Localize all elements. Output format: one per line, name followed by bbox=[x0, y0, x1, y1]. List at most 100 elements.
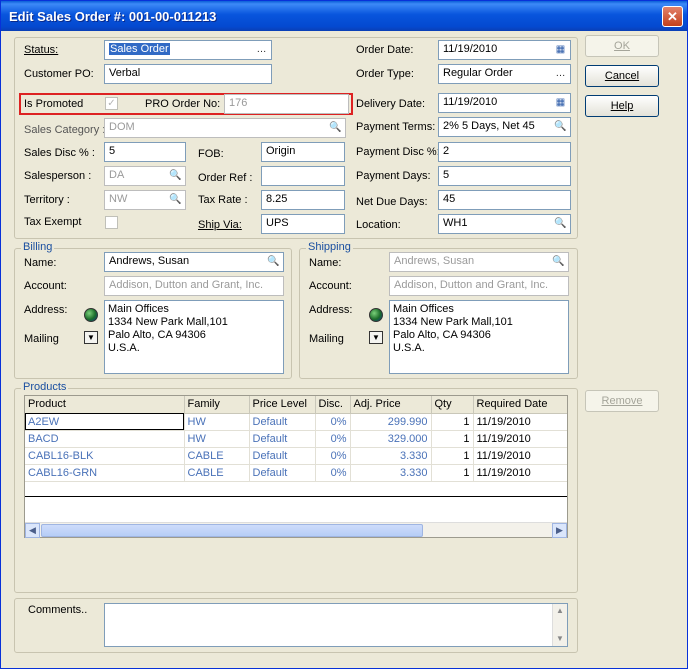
shipping-address-field[interactable]: Main Offices 1334 New Park Mall,101 Palo… bbox=[389, 300, 569, 374]
search-icon[interactable]: 🔍 bbox=[553, 217, 568, 231]
salesperson-label: Salesperson : bbox=[24, 170, 92, 182]
family-cell: CABLE bbox=[184, 447, 250, 465]
pro-order-no-field[interactable]: 176 bbox=[224, 94, 349, 114]
table-row[interactable]: A2EW HW Default 0% 299.990 1 11/19/2010 bbox=[25, 413, 567, 431]
payment-terms-label: Payment Terms: bbox=[356, 121, 436, 133]
column-header[interactable]: Product bbox=[25, 396, 185, 414]
column-header[interactable]: Family bbox=[184, 396, 250, 414]
family-cell: CABLE bbox=[184, 464, 250, 482]
close-button[interactable]: ✕ bbox=[662, 6, 683, 27]
dropdown-icon[interactable]: ▼ bbox=[84, 331, 98, 344]
billing-name-field[interactable]: Andrews, Susan 🔍 bbox=[104, 252, 284, 272]
scroll-thumb[interactable] bbox=[41, 524, 423, 537]
payment-days-field[interactable]: 5 bbox=[438, 166, 571, 186]
price-level-cell: Default bbox=[249, 430, 316, 448]
search-icon[interactable]: 🔍 bbox=[553, 120, 568, 134]
shipping-group-label: Shipping bbox=[306, 241, 353, 253]
ok-button[interactable]: OK bbox=[585, 35, 659, 57]
disc-cell: 0% bbox=[315, 413, 351, 431]
billing-address-field[interactable]: Main Offices 1334 New Park Mall,101 Palo… bbox=[104, 300, 284, 374]
product-cell[interactable]: A2EW bbox=[25, 413, 185, 431]
payment-terms-field[interactable]: 2% 5 Days, Net 45 🔍 bbox=[438, 117, 571, 137]
sales-disc-label: Sales Disc % : bbox=[24, 147, 95, 159]
shipping-account-label: Account: bbox=[309, 280, 352, 292]
search-icon[interactable]: 🔍 bbox=[266, 255, 281, 269]
scroll-up-icon[interactable]: ▲ bbox=[553, 604, 567, 618]
table-row[interactable]: BACD HW Default 0% 329.000 1 11/19/2010 bbox=[25, 430, 567, 448]
tax-exempt-checkbox[interactable] bbox=[105, 216, 118, 229]
search-icon[interactable]: 🔍 bbox=[168, 169, 183, 183]
billing-mailing-label: Mailing bbox=[24, 333, 59, 345]
territory-field[interactable]: NW 🔍 bbox=[104, 190, 186, 210]
globe-icon[interactable] bbox=[84, 308, 98, 322]
is-promoted-checkbox[interactable]: ✓ bbox=[105, 97, 118, 110]
column-header[interactable]: Adj. Price bbox=[350, 396, 432, 414]
pro-order-no-label: PRO Order No: bbox=[145, 98, 221, 110]
remove-button[interactable]: Remove bbox=[585, 390, 659, 412]
globe-icon[interactable] bbox=[369, 308, 383, 322]
family-cell: HW bbox=[184, 430, 250, 448]
shipping-account-field[interactable]: Addison, Dutton and Grant, Inc. bbox=[389, 276, 569, 296]
required-date-cell: 11/19/2010 bbox=[473, 430, 567, 448]
products-horizontal-scrollbar[interactable]: ◀ ▶ bbox=[25, 522, 567, 538]
table-row[interactable]: CABL16-BLK CABLE Default 0% 3.330 1 11/1… bbox=[25, 447, 567, 465]
ship-via-field[interactable]: UPS bbox=[261, 214, 345, 234]
payment-days-label: Payment Days: bbox=[356, 170, 431, 182]
cancel-button[interactable]: Cancel bbox=[585, 65, 659, 87]
search-icon[interactable]: 🔍 bbox=[551, 255, 566, 269]
products-grid[interactable]: Product Family Price Level Disc. Adj. Pr… bbox=[24, 395, 568, 538]
price-level-cell: Default bbox=[249, 464, 316, 482]
net-due-days-field[interactable]: 45 bbox=[438, 190, 571, 210]
column-header[interactable]: Qty bbox=[431, 396, 474, 414]
required-date-cell: 11/19/2010 bbox=[473, 447, 567, 465]
adj-price-cell: 3.330 bbox=[350, 464, 432, 482]
product-cell[interactable]: BACD bbox=[25, 430, 185, 448]
scroll-down-icon[interactable]: ▼ bbox=[553, 632, 567, 646]
ship-via-label: Ship Via: bbox=[198, 219, 242, 231]
order-date-field[interactable]: 11/19/2010 ▦ bbox=[438, 40, 571, 60]
search-icon[interactable]: 🔍 bbox=[328, 121, 343, 135]
close-icon: ✕ bbox=[667, 9, 678, 24]
shipping-mailing-label: Mailing bbox=[309, 333, 344, 345]
customer-po-field[interactable]: Verbal bbox=[104, 64, 272, 84]
sales-order-window: Edit Sales Order #: 001-00-011213 ✕ Stat… bbox=[0, 0, 688, 669]
sales-category-field[interactable]: DOM 🔍 bbox=[104, 118, 346, 138]
ellipsis-icon[interactable]: … bbox=[553, 67, 568, 81]
fob-field[interactable]: Origin bbox=[261, 142, 345, 162]
order-date-label: Order Date: bbox=[356, 44, 414, 56]
scroll-right-icon[interactable]: ▶ bbox=[552, 523, 567, 538]
search-icon[interactable]: 🔍 bbox=[168, 193, 183, 207]
status-field[interactable]: Sales Order … bbox=[104, 40, 272, 60]
table-row[interactable]: CABL16-GRN CABLE Default 0% 3.330 1 11/1… bbox=[25, 464, 567, 482]
scroll-left-icon[interactable]: ◀ bbox=[25, 523, 40, 538]
help-button[interactable]: Help bbox=[585, 95, 659, 117]
window-title: Edit Sales Order #: 001-00-011213 bbox=[9, 9, 217, 24]
order-type-field[interactable]: Regular Order … bbox=[438, 64, 571, 84]
sales-disc-field[interactable]: 5 bbox=[104, 142, 186, 162]
column-header[interactable]: Price Level bbox=[249, 396, 316, 414]
calendar-icon[interactable]: ▦ bbox=[553, 96, 568, 110]
billing-account-label: Account: bbox=[24, 280, 67, 292]
location-field[interactable]: WH1 🔍 bbox=[438, 214, 571, 234]
qty-cell: 1 bbox=[431, 413, 474, 431]
delivery-date-field[interactable]: 11/19/2010 ▦ bbox=[438, 93, 571, 113]
payment-disc-field[interactable]: 2 bbox=[438, 142, 571, 162]
dropdown-icon[interactable]: ▼ bbox=[369, 331, 383, 344]
delivery-date-label: Delivery Date: bbox=[356, 98, 426, 110]
salesperson-field[interactable]: DA 🔍 bbox=[104, 166, 186, 186]
location-label: Location: bbox=[356, 219, 401, 231]
product-cell[interactable]: CABL16-BLK bbox=[25, 447, 185, 465]
product-cell[interactable]: CABL16-GRN bbox=[25, 464, 185, 482]
order-ref-field[interactable] bbox=[261, 166, 345, 186]
tax-rate-field[interactable]: 8.25 bbox=[261, 190, 345, 210]
order-ref-label: Order Ref : bbox=[198, 172, 253, 184]
comments-field[interactable]: ▲ ▼ bbox=[104, 603, 568, 647]
column-header[interactable]: Disc. bbox=[315, 396, 351, 414]
column-header[interactable]: Required Date bbox=[473, 396, 567, 414]
ellipsis-icon[interactable]: … bbox=[254, 43, 269, 57]
shipping-name-field[interactable]: Andrews, Susan 🔍 bbox=[389, 252, 569, 272]
billing-account-field[interactable]: Addison, Dutton and Grant, Inc. bbox=[104, 276, 284, 296]
calendar-icon[interactable]: ▦ bbox=[553, 43, 568, 57]
comments-scrollbar[interactable]: ▲ ▼ bbox=[552, 604, 567, 646]
title-bar[interactable]: Edit Sales Order #: 001-00-011213 ✕ bbox=[1, 1, 687, 31]
